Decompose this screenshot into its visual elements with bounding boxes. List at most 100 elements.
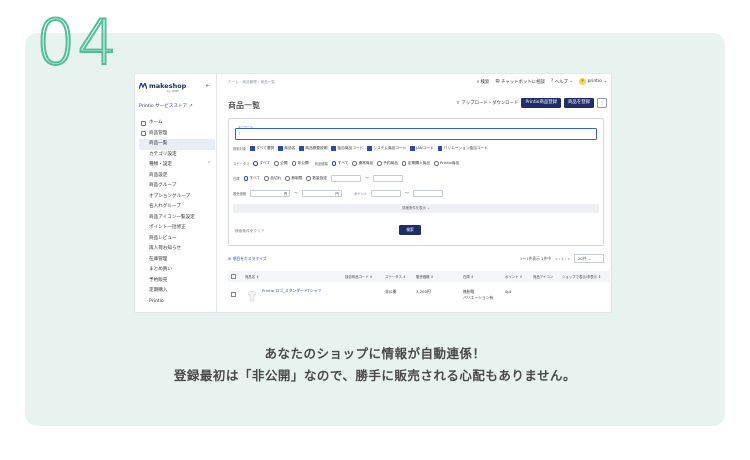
stock-unlimited-radio[interactable]: 無制限 — [285, 176, 302, 181]
price-min-input[interactable]: 円 — [250, 190, 291, 197]
logo[interactable]: makeshop — [139, 82, 186, 90]
keyword-input[interactable]: | — [235, 128, 597, 140]
sidebar-item-stock[interactable]: 在庫管理 — [139, 255, 215, 266]
point-min-input[interactable] — [371, 190, 402, 197]
makeshop-logo-icon — [139, 83, 147, 89]
target-desc-checkbox[interactable]: 商品概要説明 — [299, 146, 327, 151]
store-link[interactable]: Printio サービスストア ↗ — [139, 103, 193, 109]
stock-max-input[interactable] — [372, 175, 403, 182]
product-name-link[interactable]: Printio ロゴ_スタンダードTシャツ — [262, 288, 324, 294]
stock-all-radio[interactable]: すべて — [243, 176, 260, 181]
show-more-conditions[interactable]: 詳細条件を表示 ⌄ — [233, 204, 599, 213]
sidebar-item-reviews[interactable]: 商品レビュー — [139, 234, 215, 245]
sidebar-item-group[interactable]: 商品グループ — [139, 181, 215, 192]
sidebar-nav: ホーム 商品管理 商品一覧 カテゴリ設定 種類・設定 ⌃ 商品設定 商品グループ … — [139, 118, 215, 307]
type-printio-radio[interactable]: Printio商品 — [434, 161, 459, 166]
sidebar-item-option-group[interactable]: オプショングループ — [139, 192, 215, 203]
sidebar-item-restock[interactable]: 再入荷お知らせ — [139, 244, 215, 255]
table-header: 商品名 ⇕ 独自商品コード ⇕ ステータス ⇕ 販売価格 ⇕ 在庫 ⇕ ポイント… — [228, 271, 610, 282]
sidebar-item-product-list[interactable]: 商品一覧 — [139, 139, 215, 150]
col-code[interactable]: 独自商品コード ⇕ — [345, 274, 373, 279]
target-all-checkbox[interactable]: すべて選択 — [250, 146, 274, 151]
step-number: 04 — [35, 6, 119, 79]
status-public-radio[interactable]: 公開 — [274, 161, 288, 166]
page-controls[interactable]: « ‹ 1 › » — [555, 256, 570, 261]
col-price[interactable]: 販売価格 ⇕ — [416, 274, 433, 279]
point-max-input[interactable] — [412, 190, 443, 197]
target-code-checkbox[interactable]: 独自商品コード — [331, 146, 363, 151]
page-title: 商品一覧 — [228, 101, 260, 110]
upload-icon: ⇪ — [456, 101, 460, 106]
main-content: ホーム › 商品管理 › 商品一覧 ⌕ 検索 ▤ チャットボットに相談 ? ヘルプ ⌄… — [217, 74, 611, 312]
chat-icon: ▤ — [495, 79, 500, 84]
cell-stock: 無制限 バリエーション有 — [463, 289, 494, 300]
caption-line-2: 登録最初は「非公開」なので、勝手に販売される心配もありません。 — [173, 368, 577, 383]
target-row: 検索対象 すべて選択 商品名 商品概要説明 独自商品コード システム商品コード … — [233, 146, 488, 151]
table-row[interactable]: Printio ロゴ_スタンダードTシャツ 非公開 3,200円 無制限 バリエ… — [228, 288, 610, 310]
status-all-radio[interactable]: すべて — [253, 161, 270, 166]
sidebar-item-name-group[interactable]: 名入れグループ — [139, 202, 215, 213]
search-panel: キーワード | 検索対象 すべて選択 商品名 商品概要説明 独自商品コード シス… — [228, 118, 604, 246]
upload-download-button[interactable]: ⇪ アップロード・ダウンロード — [456, 100, 518, 106]
status-row: ステータス すべて 公開 非公開 商品種類 すべて 通常商品 予約商品 定期購入… — [233, 161, 460, 166]
type-preorder-radio[interactable]: 予約商品 — [377, 161, 398, 166]
type-normal-radio[interactable]: 通常商品 — [352, 161, 373, 166]
printio-register-button[interactable]: Printio商品登録 — [521, 98, 562, 108]
cell-status: 非公開 — [385, 289, 397, 294]
caption-line-1: あなたのショップに情報が自動連係！ — [264, 346, 486, 361]
sidebar-item-products[interactable]: 商品管理 — [139, 129, 215, 140]
per-page-select[interactable]: 20件 ⌄ — [574, 254, 604, 263]
col-name[interactable]: 商品名 ⇕ — [245, 274, 259, 279]
stock-out-radio[interactable]: 品切れ — [264, 176, 281, 181]
sidebar-item-types[interactable]: 種類・設定 ⌃ — [139, 160, 215, 171]
add-product-button[interactable]: 商品を登録 — [564, 98, 594, 108]
breadcrumb[interactable]: ホーム › 商品管理 › 商品一覧 — [228, 80, 275, 85]
col-icon: 商品アイコン — [533, 275, 554, 279]
clear-conditions-link[interactable]: 検索条件をクリア — [235, 229, 265, 234]
cell-point: 0pt — [505, 289, 512, 294]
sidebar-item-bulk[interactable]: まとめ買い — [139, 265, 215, 276]
type-subscription-radio[interactable]: 定期購入商品 — [401, 161, 430, 166]
sidebar-item-printio[interactable]: Printio — [139, 297, 215, 308]
stock-qty-radio[interactable]: 数量指定 — [306, 176, 327, 181]
sidebar-item-icons[interactable]: 商品アイコン一覧設定 — [139, 213, 215, 224]
home-icon — [141, 120, 146, 126]
sidebar-item-subscription[interactable]: 定期購入 — [139, 286, 215, 297]
sidebar-item-preorder[interactable]: 予約販売 — [139, 276, 215, 287]
sidebar: makeshop by GMO ⇤ Printio サービスストア ↗ ホーム … — [135, 74, 217, 312]
customize-columns[interactable]: ⚙ 項目をカスタマイズ — [228, 256, 267, 262]
chat-button[interactable]: ▤ チャットボットに相談 — [495, 79, 545, 85]
help-icon: ? — [550, 79, 554, 84]
status-private-radio[interactable]: 非公開 — [291, 161, 309, 166]
stock-min-input[interactable] — [331, 175, 362, 182]
sidebar-item-category[interactable]: カテゴリ設定 — [139, 150, 215, 161]
target-jan-checkbox[interactable]: JANコード — [410, 146, 434, 151]
chevron-up-icon: ⌃ — [207, 162, 211, 167]
target-syscode-checkbox[interactable]: システム商品コード — [367, 146, 406, 151]
external-link-icon: ↗ — [188, 104, 193, 109]
collapse-sidebar-icon[interactable]: ⇤ — [206, 83, 210, 89]
row-checkbox[interactable] — [231, 292, 236, 297]
price-max-input[interactable]: 円 — [301, 190, 342, 197]
user-menu[interactable]: Pprintio ⌄ — [579, 78, 607, 85]
screenshot: makeshop by GMO ⇤ Printio サービスストア ↗ ホーム … — [135, 74, 611, 312]
col-stock[interactable]: 在庫 ⇕ — [463, 274, 474, 279]
col-visibility[interactable]: ショップで表示/非表示 ⇕ — [562, 274, 601, 279]
col-point[interactable]: ポイント ⇕ — [505, 274, 522, 279]
box-icon — [141, 131, 146, 137]
type-all-radio[interactable]: すべて — [331, 161, 348, 166]
sidebar-item-points[interactable]: ポイント一括修正 — [139, 223, 215, 234]
gear-icon: ⚙ — [228, 256, 232, 261]
target-variation-checkbox[interactable]: バリエーション独自コード — [437, 146, 488, 151]
pagination: 1〜1件表示 1件中 « ‹ 1 › » 20件 ⌄ — [520, 254, 604, 263]
more-options-icon[interactable]: ⋮ — [597, 98, 607, 108]
price-row: 販売価格 円 〜 円 ポイント 〜 — [233, 190, 443, 197]
sidebar-item-home[interactable]: ホーム — [139, 118, 215, 129]
search-button[interactable]: ⌕ 検索 — [477, 79, 490, 85]
search-submit-button[interactable]: 検索 — [399, 225, 421, 235]
sidebar-item-settings[interactable]: 商品設定 — [139, 171, 215, 182]
target-name-checkbox[interactable]: 商品名 — [278, 146, 295, 151]
select-all-checkbox[interactable] — [231, 274, 236, 279]
col-status[interactable]: ステータス ⇕ — [385, 274, 406, 279]
help-button[interactable]: ? ヘルプ ⌄ — [551, 79, 573, 85]
